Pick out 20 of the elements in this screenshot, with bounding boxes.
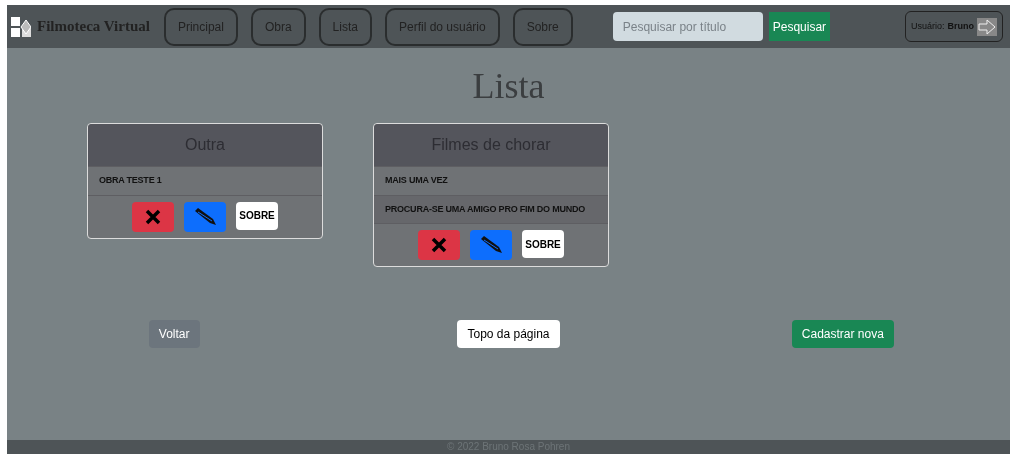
action-button[interactable]: Cadastrar nova	[791, 320, 894, 348]
close-icon	[431, 237, 447, 253]
user-button[interactable]: Usuário: Bruno	[905, 11, 1003, 42]
delete-button[interactable]	[132, 201, 174, 232]
about-button[interactable]: SOBRE	[522, 230, 564, 258]
about-button[interactable]: SOBRE	[236, 201, 278, 230]
logo-icon	[11, 16, 31, 37]
search-field[interactable]: Pesquisar por título	[612, 12, 763, 41]
edit-button[interactable]	[470, 230, 512, 260]
search-button[interactable]: Pesquisar	[768, 12, 831, 41]
user-name: Bruno	[947, 19, 974, 33]
edit-button[interactable]	[184, 201, 226, 232]
action-button[interactable]: Voltar	[148, 320, 200, 348]
page-title: Lista	[471, 68, 546, 104]
logout-arrow-icon	[977, 17, 997, 36]
delete-button[interactable]	[418, 230, 460, 260]
user-label: Usuário:	[911, 19, 945, 33]
list-item[interactable]: PROCURA-SE UMA AMIGO PRO FIM DO MUNDO	[374, 194, 608, 223]
action-button[interactable]: Topo da página	[457, 320, 560, 348]
close-icon	[145, 208, 161, 225]
